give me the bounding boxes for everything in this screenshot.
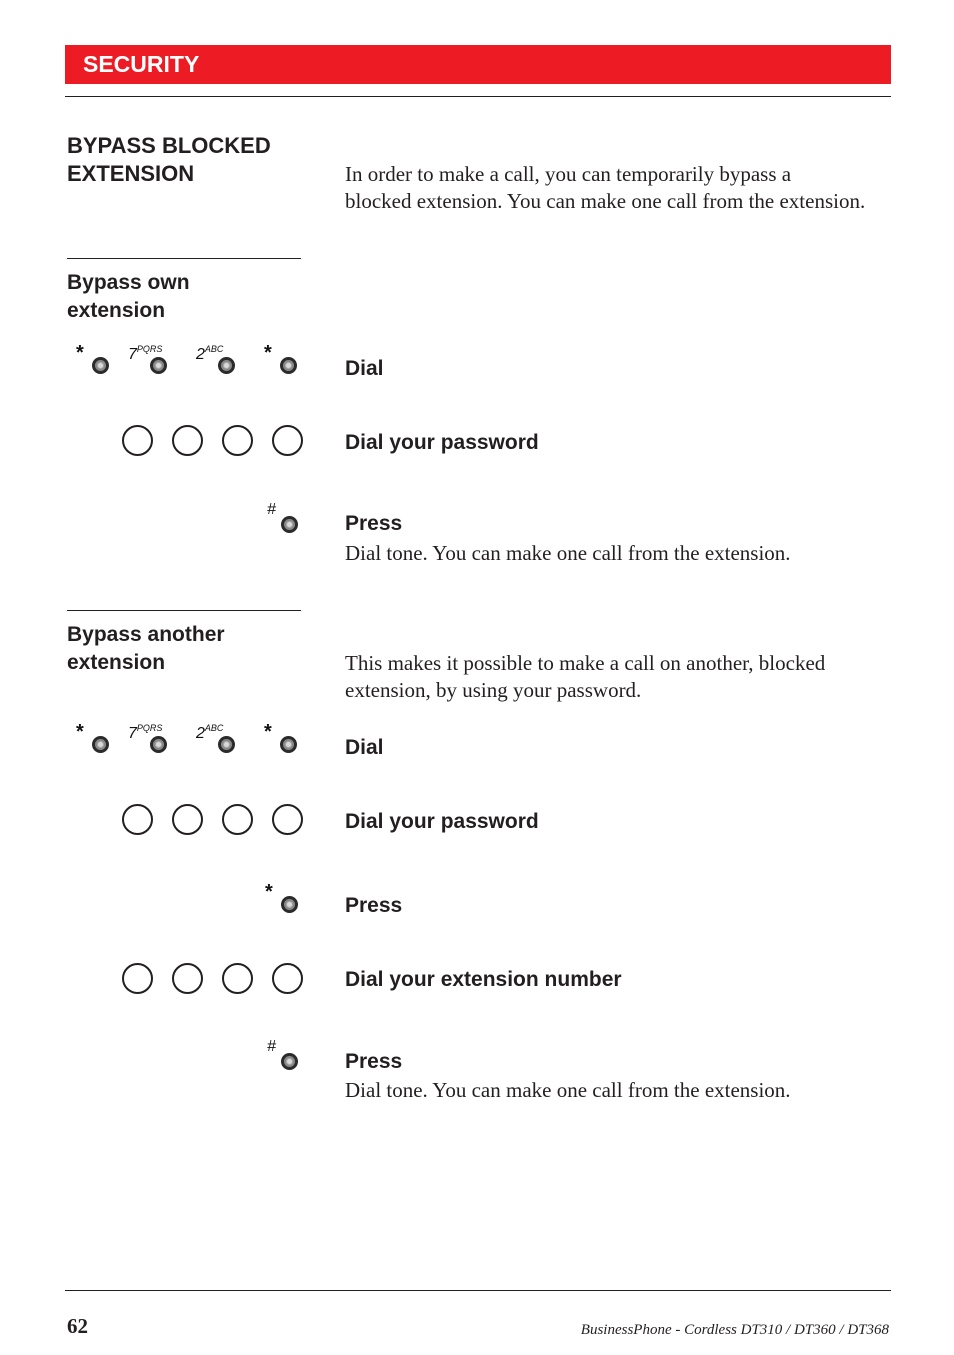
key-letters: ABC — [204, 723, 224, 733]
key-2-icon: 2ABC — [196, 723, 236, 753]
key-label: * — [76, 342, 84, 364]
footer-product: BusinessPhone - Cordless DT310 / DT360 /… — [580, 1322, 889, 1338]
key-digit: 7 — [128, 725, 137, 742]
key-button-icon — [92, 736, 109, 753]
step-press-star: Press — [345, 894, 403, 917]
key-letters: ABC — [204, 344, 224, 354]
digit-placeholder-icon — [122, 804, 153, 835]
digit-placeholder-icon — [122, 963, 153, 994]
key-button-icon — [281, 896, 298, 913]
star-key-icon: * — [76, 721, 110, 753]
step-note: Dial tone. You can make one call from th… — [345, 1078, 791, 1102]
digit-placeholder-icon — [222, 425, 253, 456]
key-7-icon: 7PQRS — [128, 723, 168, 753]
key-label: # — [267, 501, 276, 518]
key-digit: 7 — [128, 346, 137, 363]
digit-placeholder-icon — [222, 963, 253, 994]
key-button-icon — [281, 516, 298, 533]
key-button-icon — [150, 736, 167, 753]
digit-placeholder-icon — [272, 963, 303, 994]
key-label: * — [76, 721, 84, 743]
key-button-icon — [218, 736, 235, 753]
another-intro: This makes it possible to make a call on… — [345, 650, 825, 704]
key-letters: PQRS — [136, 723, 163, 733]
star-key-icon: * — [264, 721, 298, 753]
step-press: Press — [345, 512, 403, 535]
section-banner: SECURITY — [65, 45, 891, 84]
key-digit: 2 — [196, 346, 205, 363]
hash-key-icon: # — [267, 1038, 299, 1070]
subsection-divider — [67, 610, 301, 611]
key-7-icon: 7PQRS — [128, 344, 168, 374]
key-label: * — [264, 342, 272, 364]
page-title: SECURITY — [83, 51, 200, 77]
subsection-title-another: Bypass another extension — [67, 621, 225, 677]
digit-placeholder-icon — [172, 963, 203, 994]
key-letters: PQRS — [136, 344, 163, 354]
step-dial: Dial — [345, 736, 384, 759]
star-key-icon: * — [76, 342, 110, 374]
section-title: BYPASS BLOCKED EXTENSION — [67, 132, 271, 188]
another-title-line1: Bypass another — [67, 623, 225, 646]
step-press-hash: Press — [345, 1050, 403, 1073]
subsection-title-own: Bypass own extension — [67, 269, 190, 325]
key-digit: 2 — [196, 725, 205, 742]
intro-line1: In order to make a call, you can tempora… — [345, 162, 792, 186]
key-label: # — [267, 1038, 276, 1055]
digit-placeholder-icon — [272, 425, 303, 456]
page-number: 62 — [67, 1314, 88, 1338]
another-intro-line1: This makes it possible to make a call on… — [345, 651, 826, 675]
another-intro-line2: extension, by using your password. — [345, 678, 642, 702]
header-divider — [65, 96, 891, 97]
key-button-icon — [280, 357, 297, 374]
key-button-icon — [280, 736, 297, 753]
digit-placeholder-icon — [172, 425, 203, 456]
key-label: * — [265, 881, 273, 903]
key-2-icon: 2ABC — [196, 344, 236, 374]
star-key-icon: * — [265, 881, 299, 913]
key-button-icon — [150, 357, 167, 374]
own-title-line1: Bypass own — [67, 271, 190, 294]
digit-placeholder-icon — [272, 804, 303, 835]
digit-placeholder-icon — [172, 804, 203, 835]
key-button-icon — [92, 357, 109, 374]
digit-placeholder-icon — [122, 425, 153, 456]
own-title-line2: extension — [67, 299, 166, 322]
subsection-divider — [67, 258, 301, 259]
step-dial-password: Dial your password — [345, 431, 539, 454]
step-dial-extension: Dial your extension number — [345, 968, 622, 991]
key-button-icon — [281, 1053, 298, 1070]
intro-line2: blocked extension. You can make one call… — [345, 189, 866, 213]
section-title-line2: EXTENSION — [67, 161, 195, 186]
step-note: Dial tone. You can make one call from th… — [345, 541, 791, 565]
step-dial-password: Dial your password — [345, 810, 539, 833]
another-title-line2: extension — [67, 651, 166, 674]
step-dial: Dial — [345, 357, 384, 380]
key-button-icon — [218, 357, 235, 374]
section-title-line1: BYPASS BLOCKED — [67, 133, 271, 158]
star-key-icon: * — [264, 342, 298, 374]
footer-divider — [65, 1290, 891, 1291]
digit-placeholder-icon — [222, 804, 253, 835]
key-label: * — [264, 721, 272, 743]
hash-key-icon: # — [267, 501, 299, 533]
section-intro: In order to make a call, you can tempora… — [345, 161, 865, 215]
